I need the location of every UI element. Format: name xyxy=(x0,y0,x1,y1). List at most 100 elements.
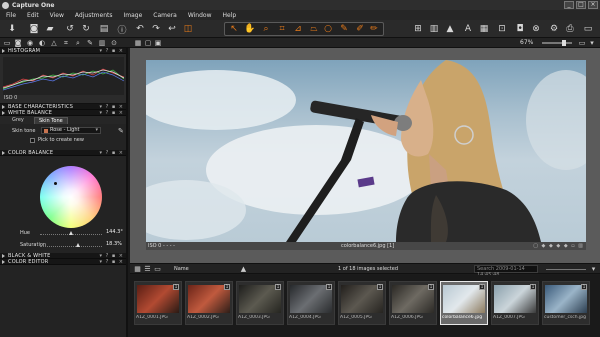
zoom-slider-handle[interactable] xyxy=(562,40,566,46)
viewer-single-icon[interactable]: ▦ xyxy=(134,39,142,47)
minimize-icon[interactable]: _ xyxy=(564,1,574,9)
maximize-icon[interactable]: □ xyxy=(576,1,586,9)
thumbnail[interactable]: 1 customer_csch.jpg xyxy=(542,281,590,325)
thumbnail[interactable]: 1 A1Z_0002.JPG xyxy=(185,281,233,325)
title-bar: Capture One _ □ × xyxy=(0,0,600,10)
zoom-cursor-icon[interactable]: ⌕ xyxy=(260,23,272,35)
zoom-slider[interactable] xyxy=(542,42,572,44)
skin-tone-select[interactable]: Rose - Light ▾ xyxy=(41,127,101,134)
menu-image[interactable]: Image xyxy=(124,12,143,19)
color-wheel-marker[interactable] xyxy=(54,182,57,185)
photo-preview[interactable] xyxy=(146,60,586,242)
tab-skin-tone[interactable]: Skin Tone xyxy=(34,117,68,124)
menu-camera[interactable]: Camera xyxy=(153,12,177,19)
import-icon[interactable]: ⬇ xyxy=(6,23,18,35)
settings-icon[interactable]: ⚙ xyxy=(548,23,560,35)
exposure-tab-icon[interactable]: ◐ xyxy=(38,39,46,47)
close-icon[interactable]: × xyxy=(588,1,598,9)
grid-icon[interactable]: ▦ xyxy=(478,23,490,35)
tool-panel: HISTOGRAM ▾ ? ▪ × ISO 0 BASE CHARACTERIS… xyxy=(0,48,128,337)
sub-toolbar: ▭ ◙ ◉ ◐ △ ⌗ ⌕ ✎ ▥ ⊙ ▦ ▢ ▣ 67% ▭ ▾ xyxy=(0,38,600,48)
thumbnail[interactable]: 1 A1Z_0004.JPG xyxy=(287,281,335,325)
rotate-right-icon[interactable]: ↻ xyxy=(80,23,92,35)
saturation-value: 18.3% xyxy=(106,241,122,247)
list-view-icon[interactable]: ☰ xyxy=(144,266,151,273)
thumbnail[interactable]: 1 A1Z_0007.JPG xyxy=(491,281,539,325)
copy-adjustments-icon[interactable]: ◫ xyxy=(182,23,194,35)
menu-help[interactable]: Help xyxy=(223,12,237,19)
zoom-fit-icon[interactable]: ▭ xyxy=(578,39,586,47)
panel-options-icon[interactable]: ▾ ? ▪ × xyxy=(99,259,124,265)
capture-tab-icon[interactable]: ◙ xyxy=(14,39,22,47)
details-tab-icon[interactable]: ⌕ xyxy=(74,39,82,47)
thumbnail[interactable]: 1 A1Z_0001.JPG xyxy=(134,281,182,325)
tab-grey[interactable]: Grey xyxy=(8,117,28,124)
thumbnail[interactable]: 1 A1Z_0005.JPG xyxy=(338,281,386,325)
pick-to-create-new-checkbox[interactable] xyxy=(30,138,35,143)
output-tab-icon[interactable]: ▥ xyxy=(98,39,106,47)
saturation-slider-handle[interactable] xyxy=(76,243,80,247)
redo-icon[interactable]: ↷ xyxy=(150,23,162,35)
menu-adjustments[interactable]: Adjustments xyxy=(75,12,113,19)
menu-edit[interactable]: Edit xyxy=(27,12,39,19)
proof-icon[interactable]: ▥ xyxy=(428,23,440,35)
color-editor-header[interactable]: COLOR EDITOR ▾ ? ▪ × xyxy=(0,259,126,265)
pan-cursor-icon[interactable]: ✋ xyxy=(244,23,256,35)
print-icon[interactable]: ⎙ xyxy=(564,23,576,35)
menu-file[interactable]: File xyxy=(6,12,16,19)
undo-icon[interactable]: ↶ xyxy=(134,23,146,35)
thumbnail[interactable]: 1 A1Z_0006.JPG xyxy=(389,281,437,325)
rotate-left-icon[interactable]: ↺ xyxy=(64,23,76,35)
compare-icon[interactable]: ⊞ xyxy=(412,23,424,35)
camera-icon[interactable]: ◙ xyxy=(28,23,40,35)
workspace-icon[interactable]: ▭ xyxy=(582,23,594,35)
text-icon[interactable]: A xyxy=(462,23,474,35)
straighten-cursor-icon[interactable]: ⊿ xyxy=(292,23,304,35)
thumbnail-badge-icon: 1 xyxy=(275,284,281,290)
folder-icon[interactable]: ▰ xyxy=(44,23,56,35)
saturation-slider[interactable] xyxy=(40,246,102,247)
menu-window[interactable]: Window xyxy=(188,12,212,19)
thumbnail-badge-icon: 1 xyxy=(173,284,179,290)
hue-slider-handle[interactable] xyxy=(69,231,73,235)
color-picker-icon[interactable]: ✐ xyxy=(354,23,366,35)
sort-direction-icon[interactable]: ▲ xyxy=(240,266,247,273)
metadata-tab-icon[interactable]: ✎ xyxy=(86,39,94,47)
white-balance-picker-icon[interactable]: ✎ xyxy=(338,23,350,35)
composition-tab-icon[interactable]: ⌗ xyxy=(62,39,70,47)
annotate-cursor-icon[interactable]: ✏ xyxy=(368,23,380,35)
hue-value: 144.3° xyxy=(106,229,123,235)
process-icon[interactable]: ▤ xyxy=(98,23,110,35)
menu-view[interactable]: View xyxy=(50,12,64,19)
batch-tab-icon[interactable]: ⊙ xyxy=(110,39,118,47)
grid-view-icon[interactable]: ▦ xyxy=(134,266,141,273)
browser-options-icon[interactable]: ▾ xyxy=(590,266,597,273)
exposure-warning-icon[interactable]: ▲ xyxy=(444,23,456,35)
color-tab-icon[interactable]: ◉ xyxy=(26,39,34,47)
thumbnail-size-slider[interactable] xyxy=(546,269,586,270)
spot-removal-cursor-icon[interactable]: ○ xyxy=(322,23,334,35)
cancel-icon[interactable]: ⊗ xyxy=(530,23,542,35)
thumbnail-selected[interactable]: 1 colorbalance6.jpg xyxy=(440,281,488,325)
keystone-cursor-icon[interactable]: ⏢ xyxy=(308,23,320,35)
lens-tab-icon[interactable]: △ xyxy=(50,39,58,47)
skin-tone-picker-icon[interactable]: ✎ xyxy=(118,127,124,135)
view-options-icon[interactable]: ⊡ xyxy=(496,23,508,35)
zoom-options-icon[interactable]: ▾ xyxy=(588,39,596,47)
thumbnail-badge-icon: 1 xyxy=(428,284,434,290)
crop-cursor-icon[interactable]: ⌗ xyxy=(276,23,288,35)
library-tab-icon[interactable]: ▭ xyxy=(3,39,11,47)
viewer-rating-icon[interactable]: ▢ ◆ ◆ ◆ ◆ ▫ ▥ xyxy=(533,243,584,249)
color-wheel[interactable] xyxy=(40,166,102,228)
reset-icon[interactable]: ↩ xyxy=(166,23,178,35)
info-icon[interactable]: ⓘ xyxy=(116,23,128,36)
viewer-fullscreen-icon[interactable]: ▣ xyxy=(154,39,162,47)
search-input[interactable]: Search 2009-01-14 14:45:48 xyxy=(474,265,538,278)
camera-body-icon[interactable]: ◘ xyxy=(514,23,526,35)
thumbnail[interactable]: 1 A1Z_0003.JPG xyxy=(236,281,284,325)
filmstrip-view-icon[interactable]: ▭ xyxy=(154,266,161,273)
selection-count: 1 of 18 images selected xyxy=(338,266,399,272)
sort-select[interactable]: Name xyxy=(174,266,189,272)
select-cursor-icon[interactable]: ↖ xyxy=(228,23,240,35)
viewer-multi-icon[interactable]: ▢ xyxy=(144,39,152,47)
